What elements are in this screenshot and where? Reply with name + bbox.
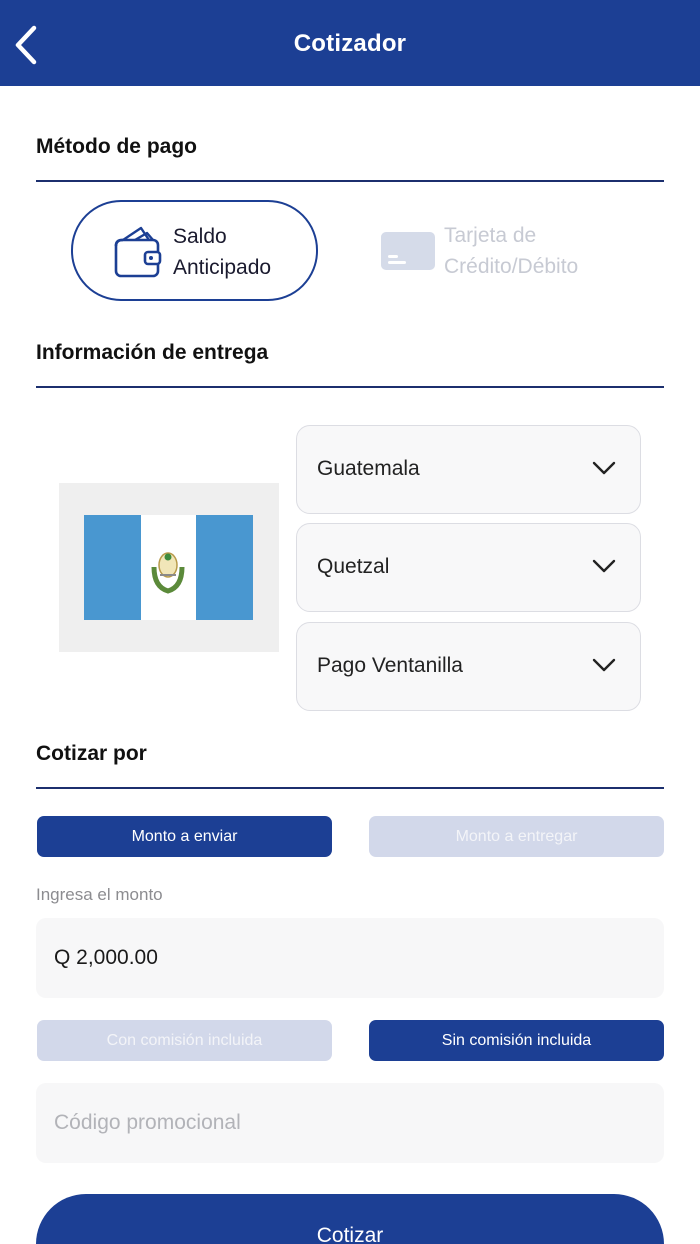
delivery-method-value: Pago Ventanilla (317, 654, 463, 677)
currency-value: Quetzal (317, 555, 390, 578)
promo-code-field[interactable]: Código promocional (36, 1083, 664, 1163)
amount-value: Q 2,000.00 (54, 946, 158, 969)
payment-option-label: Saldo Anticipado (173, 221, 271, 283)
quote-by-divider (36, 787, 664, 789)
country-flag-container (59, 483, 279, 652)
top-bar: Cotizador (0, 0, 700, 86)
chevron-down-icon (592, 461, 616, 475)
amount-hint: Ingresa el monto (36, 885, 163, 904)
payment-section-title: Método de pago (36, 135, 197, 158)
amount-to-send-button[interactable]: Monto a enviar (37, 816, 332, 857)
wallet-icon (114, 226, 162, 278)
payment-option-label-line2: Crédito/Débito (444, 255, 579, 278)
payment-option-label-line1: Tarjeta de (444, 224, 537, 247)
credit-card-icon (381, 232, 435, 270)
payment-option-label: Tarjeta de Crédito/Débito (444, 220, 578, 282)
payment-divider (36, 180, 664, 182)
amount-to-deliver-button[interactable]: Monto a entregar (369, 816, 664, 857)
payment-option-prepaid-balance[interactable]: Saldo Anticipado (71, 200, 318, 301)
country-select[interactable]: Guatemala (296, 425, 641, 514)
commission-excluded-button[interactable]: Sin comisión incluida (369, 1020, 664, 1061)
commission-included-button[interactable]: Con comisión incluida (37, 1020, 332, 1061)
guatemala-flag-icon (84, 515, 253, 620)
chevron-down-icon (592, 658, 616, 672)
currency-select[interactable]: Quetzal (296, 523, 641, 612)
promo-code-placeholder: Código promocional (54, 1111, 241, 1134)
delivery-method-select[interactable]: Pago Ventanilla (296, 622, 641, 711)
page-title: Cotizador (293, 30, 407, 57)
quote-button[interactable]: Cotizar (36, 1194, 664, 1244)
quote-by-section-title: Cotizar por (36, 742, 147, 765)
delivery-section-title: Información de entrega (36, 341, 269, 364)
amount-field[interactable]: Q 2,000.00 (36, 918, 664, 998)
country-value: Guatemala (317, 457, 420, 480)
chevron-down-icon (592, 559, 616, 573)
payment-option-label-line2: Anticipado (173, 256, 272, 279)
payment-option-label-line1: Saldo (173, 225, 227, 248)
payment-option-card[interactable]: Tarjeta de Crédito/Débito (380, 218, 620, 288)
quote-button-label: Cotizar (316, 1224, 384, 1244)
delivery-divider (36, 386, 664, 388)
